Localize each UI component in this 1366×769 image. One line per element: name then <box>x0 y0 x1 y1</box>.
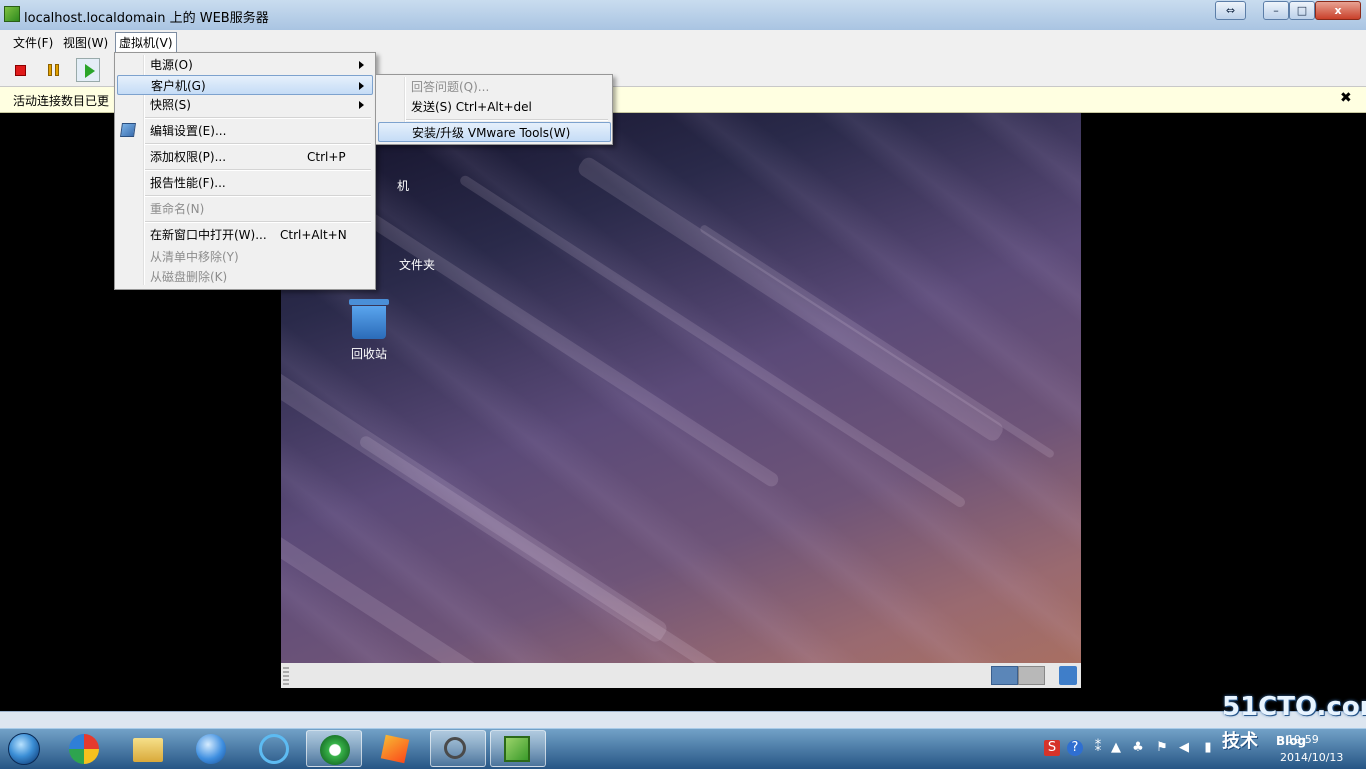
close-button[interactable]: x <box>1315 1 1361 20</box>
notification-text: 活动连接数目已更 <box>13 94 110 108</box>
taskbar-app-network[interactable] <box>246 730 302 767</box>
desktop-icon-computer[interactable]: 机 <box>373 177 433 194</box>
clock-date[interactable]: 2014/10/13 <box>1280 751 1343 764</box>
power-off-button[interactable] <box>8 58 32 82</box>
browser-icon <box>320 735 350 765</box>
menu-item-remove-inventory: 从清单中移除(Y) <box>150 250 239 264</box>
menu-item-delete-disk: 从磁盘删除(K) <box>150 270 228 284</box>
menu-item-open-new-window[interactable]: 在新窗口中打开(W)... Ctrl+Alt+N <box>117 225 372 245</box>
watermark-logo: 51CTO.com <box>1222 692 1366 722</box>
menu-item-power[interactable]: 电源(O) <box>117 55 372 75</box>
suspend-button[interactable] <box>42 58 66 82</box>
taskbar-app-360[interactable] <box>56 730 112 767</box>
pause-icon <box>48 64 52 76</box>
folder-icon <box>133 738 163 762</box>
menu-view[interactable]: 视图(W) <box>61 34 110 51</box>
menu-item-edit-settings[interactable]: 编辑设置(E)... <box>117 121 372 141</box>
trash-icon <box>349 299 389 341</box>
windows-orb-icon <box>8 733 40 765</box>
watermark-blog: Blog <box>1276 734 1307 748</box>
workspace-1-button[interactable] <box>991 666 1018 685</box>
menu-item-add-permission[interactable]: 添加权限(P)... Ctrl+P <box>117 147 372 167</box>
desktop-icon-folder[interactable]: 文件夹 <box>377 256 457 273</box>
desktop-icon-label: 回收站 <box>350 347 387 361</box>
language-icon[interactable]: ⁑ <box>1090 740 1106 756</box>
help-icon[interactable]: ? <box>1067 740 1083 756</box>
restore-down-button[interactable]: ⇔ <box>1215 1 1246 20</box>
taskbar-app-explorer[interactable] <box>120 730 176 767</box>
vm-dropdown-menu: 电源(O) 客户机(G) 快照(S) 编辑设置(E)... 添加权限(P)...… <box>114 52 376 290</box>
panel-grip <box>283 667 289 685</box>
sogou-ime-icon[interactable]: S <box>1044 740 1060 756</box>
magnifier-icon <box>444 737 466 759</box>
menu-item-guest[interactable]: 客户机(G) <box>117 75 373 95</box>
submenu-arrow-icon <box>359 101 364 109</box>
qq-icon[interactable]: ♣ <box>1130 740 1146 756</box>
watermark-sub: 技术 <box>1222 731 1258 752</box>
submenu-arrow-icon <box>359 82 364 90</box>
vsphere-client-icon <box>504 736 530 762</box>
volume-icon[interactable]: ◀ <box>1176 740 1192 756</box>
menu-item-rename: 重命名(N) <box>150 202 205 216</box>
network-icon <box>259 734 289 764</box>
taskbar-app-media-player[interactable] <box>183 730 239 767</box>
taskbar-app-viewer[interactable] <box>430 730 486 767</box>
desktop-icon-label: 文件夹 <box>398 258 435 272</box>
menu-item-report-performance[interactable]: 报告性能(F)... <box>117 173 372 193</box>
desktop-icon-label: 机 <box>396 179 409 193</box>
menu-bar: 文件(F) 视图(W) 虚拟机(V) <box>0 30 1366 54</box>
taskbar-app-vsphere[interactable] <box>490 730 546 767</box>
desktop-icon-trash[interactable]: 回收站 <box>339 299 399 362</box>
menu-item-send-ctrl-alt-del[interactable]: 发送(S) Ctrl+Alt+del <box>378 97 610 117</box>
colorful-ball-icon <box>69 734 99 764</box>
vsphere-app-icon <box>4 6 20 22</box>
start-button[interactable] <box>2 731 46 767</box>
menu-item-snapshot[interactable]: 快照(S) <box>117 95 372 115</box>
guest-submenu: 回答问题(Q)... 发送(S) Ctrl+Alt+del 安装/升级 VMwa… <box>375 74 613 145</box>
windows-taskbar: S ? ⁑ ▲ ♣ ⚑ ◀ ▮ 19:59 2014/10/13 <box>0 728 1366 769</box>
taskbar-app-ie[interactable] <box>306 730 362 767</box>
stop-icon <box>15 65 26 76</box>
action-center-flag-icon[interactable]: ⚑ <box>1154 740 1170 756</box>
play-icon <box>85 64 95 78</box>
window-bottom-edge <box>0 711 1366 729</box>
window-title: localhost.localdomain 上的 WEB服务器 <box>24 11 269 26</box>
submenu-arrow-icon <box>359 61 364 69</box>
network-tray-icon[interactable]: ▮ <box>1200 740 1216 756</box>
power-on-button[interactable] <box>76 58 100 82</box>
menu-vm[interactable]: 虚拟机(V) <box>115 32 177 53</box>
media-player-icon <box>196 734 226 764</box>
guest-panel <box>281 663 1081 688</box>
show-hidden-icons[interactable]: ▲ <box>1108 740 1124 756</box>
guest-desktop[interactable]: 机 文件夹 回收站 <box>281 113 1081 663</box>
wallpaper-streak <box>458 173 967 509</box>
edit-settings-icon <box>120 123 136 137</box>
workspace-2-button[interactable] <box>1018 666 1045 685</box>
pause-icon-bar <box>55 64 59 76</box>
menu-item-answer-question: 回答问题(Q)... <box>411 80 490 94</box>
panel-trash-icon[interactable] <box>1059 666 1077 685</box>
maximize-button[interactable]: □ <box>1289 1 1315 20</box>
title-bar: localhost.localdomain 上的 WEB服务器 ⇔ – □ x <box>0 0 1366 31</box>
minimize-button[interactable]: – <box>1263 1 1289 20</box>
wallpaper-streak <box>698 223 1056 460</box>
menu-file[interactable]: 文件(F) <box>11 34 55 51</box>
notification-close-icon[interactable]: ✖ <box>1340 90 1352 106</box>
wallpaper-streak <box>281 514 599 663</box>
toolbox-icon <box>380 734 410 764</box>
menu-item-install-vmware-tools[interactable]: 安装/升级 VMware Tools(W) <box>378 122 611 142</box>
taskbar-app-tool[interactable] <box>370 730 426 767</box>
